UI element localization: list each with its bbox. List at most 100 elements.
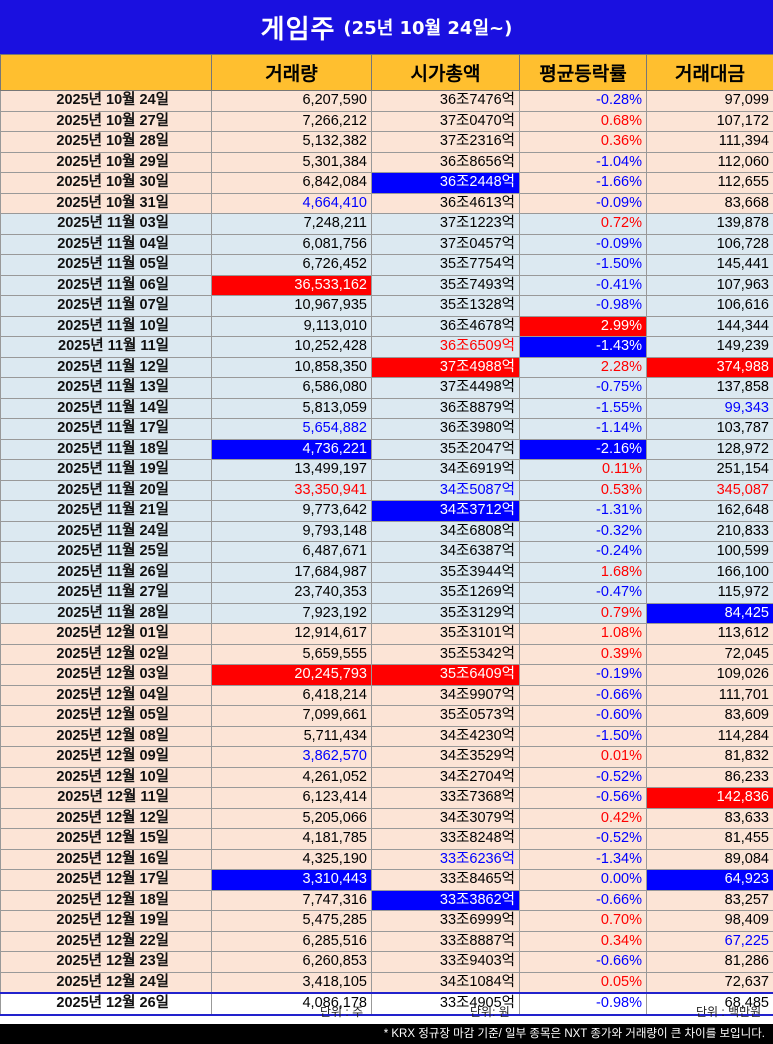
unit-trade-amount: 단위 : 백만원 (696, 1005, 762, 1019)
trade-amount-cell: 98,409 (646, 910, 773, 932)
volume-cell: 6,842,084 (211, 172, 372, 194)
date-cell: 2025년 12월 02일 (0, 643, 212, 665)
market-cap-cell: 34조1084억 (371, 971, 520, 994)
table-row: 2025년 12월 08일 5,711,434 34조4230억 -1.50% 114,… (0, 725, 773, 747)
table-row: 2025년 11월 25일 6,487,671 34조6387억 -0.24% 100,… (0, 541, 773, 563)
page-subtitle: (25년 10월 24일~) (343, 18, 513, 39)
change-rate-cell: -0.66% (519, 684, 647, 706)
header-volume: 거래량 (211, 54, 372, 91)
change-rate-cell: 0.68% (519, 110, 647, 132)
date-cell: 2025년 12월 05일 (0, 705, 212, 727)
market-cap-cell: 34조4230억 (371, 725, 520, 747)
unit-volume: 단위 : 주 (320, 1005, 364, 1019)
header-market-cap: 시가총액 (371, 54, 520, 91)
change-rate-cell: -1.31% (519, 500, 647, 522)
trade-amount-cell: 106,728 (646, 233, 773, 255)
table-row: 2025년 12월 02일 5,659,555 35조5342억 0.39% 72,04… (0, 643, 773, 665)
table-row: 2025년 11월 06일 36,533,162 35조7493억 -0.41% 107… (0, 274, 773, 296)
market-cap-cell: 34조6919억 (371, 459, 520, 481)
page-title: 게임주 (260, 14, 336, 45)
volume-cell: 5,475,285 (211, 910, 372, 932)
volume-cell: 6,081,756 (211, 233, 372, 255)
date-cell: 2025년 12월 03일 (0, 664, 212, 686)
market-cap-cell: 37조0457억 (371, 233, 520, 255)
change-rate-cell: -0.52% (519, 766, 647, 788)
date-cell: 2025년 12월 04일 (0, 684, 212, 706)
change-rate-cell: -1.50% (519, 254, 647, 276)
trade-amount-cell: 111,701 (646, 684, 773, 706)
market-cap-cell: 36조2448억 (371, 172, 520, 194)
trade-amount-cell: 109,026 (646, 664, 773, 686)
market-cap-cell: 33조3862억 (371, 889, 520, 911)
market-cap-cell: 33조8887억 (371, 930, 520, 952)
table-row: 2025년 12월 09일 3,862,570 34조3529억 0.01% 81,83… (0, 746, 773, 768)
volume-cell: 36,533,162 (211, 274, 372, 296)
date-cell: 2025년 11월 17일 (0, 418, 212, 440)
trade-amount-cell: 112,655 (646, 172, 773, 194)
date-cell: 2025년 11월 04일 (0, 233, 212, 255)
market-cap-cell: 35조7754억 (371, 254, 520, 276)
table-row: 2025년 11월 24일 9,793,148 34조6808억 -0.32% 210,… (0, 520, 773, 542)
table-row: 2025년 11월 20일 33,350,941 34조5087억 0.53% 345,… (0, 479, 773, 501)
trade-amount-cell: 114,284 (646, 725, 773, 747)
trade-amount-cell: 86,233 (646, 766, 773, 788)
market-cap-cell: 34조6387억 (371, 541, 520, 563)
date-cell: 2025년 10월 24일 (0, 90, 212, 112)
date-cell: 2025년 11월 24일 (0, 520, 212, 542)
table-row: 2025년 11월 05일 6,726,452 35조7754억 -1.50% 145,… (0, 254, 773, 276)
volume-cell: 20,245,793 (211, 664, 372, 686)
change-rate-cell: 0.00% (519, 869, 647, 891)
date-cell: 2025년 12월 17일 (0, 869, 212, 891)
change-rate-cell: -0.24% (519, 541, 647, 563)
market-cap-cell: 35조1328억 (371, 295, 520, 317)
change-rate-cell: -0.32% (519, 520, 647, 542)
table-row: 2025년 11월 28일 7,923,192 35조3129억 0.79% 84,42… (0, 602, 773, 624)
header-avg-change-rate: 평균등락률 (519, 54, 647, 91)
date-cell: 2025년 12월 10일 (0, 766, 212, 788)
table-row: 2025년 11월 04일 6,081,756 37조0457억 -0.09% 106,… (0, 233, 773, 255)
volume-cell: 17,684,987 (211, 561, 372, 583)
change-rate-cell: -0.47% (519, 582, 647, 604)
table-row: 2025년 12월 22일 6,285,516 33조8887억 0.34% 67,22… (0, 930, 773, 952)
table-row: 2025년 11월 18일 4,736,221 35조2047억 -2.16% 128,… (0, 438, 773, 460)
change-rate-cell: -1.34% (519, 848, 647, 870)
change-rate-cell: -0.52% (519, 828, 647, 850)
market-cap-cell: 35조1269억 (371, 582, 520, 604)
trade-amount-cell: 83,668 (646, 192, 773, 214)
trade-amount-cell: 142,836 (646, 787, 773, 809)
header-row: 거래량 시가총액 평균등락률 거래대금 (0, 54, 773, 91)
market-cap-cell: 34조3079억 (371, 807, 520, 829)
change-rate-cell: -0.28% (519, 90, 647, 112)
date-cell: 2025년 11월 19일 (0, 459, 212, 481)
market-cap-cell: 34조3529억 (371, 746, 520, 768)
trade-amount-cell: 83,609 (646, 705, 773, 727)
market-cap-cell: 35조6409억 (371, 664, 520, 686)
change-rate-cell: 1.08% (519, 623, 647, 645)
change-rate-cell: -0.41% (519, 274, 647, 296)
trade-amount-cell: 210,833 (646, 520, 773, 542)
volume-cell: 6,487,671 (211, 541, 372, 563)
change-rate-cell: -1.66% (519, 172, 647, 194)
date-cell: 2025년 12월 01일 (0, 623, 212, 645)
trade-amount-cell: 83,633 (646, 807, 773, 829)
trade-amount-cell: 64,923 (646, 869, 773, 891)
trade-amount-cell: 128,972 (646, 438, 773, 460)
volume-cell: 4,261,052 (211, 766, 372, 788)
date-cell: 2025년 11월 13일 (0, 377, 212, 399)
table-row: 2025년 10월 24일 6,207,590 36조7476억 -0.28% 97,0… (0, 90, 773, 112)
table-row: 2025년 12월 12일 5,205,066 34조3079억 0.42% 83,63… (0, 807, 773, 829)
volume-cell: 5,813,059 (211, 397, 372, 419)
trade-amount-cell: 162,648 (646, 500, 773, 522)
trade-amount-cell: 72,045 (646, 643, 773, 665)
market-cap-cell: 37조1223억 (371, 213, 520, 235)
volume-cell: 6,260,853 (211, 951, 372, 973)
market-cap-cell: 34조6808억 (371, 520, 520, 542)
volume-cell: 6,418,214 (211, 684, 372, 706)
stock-table: 거래량 시가총액 평균등락률 거래대금 2025년 10월 24일 6,207,5… (0, 54, 773, 1016)
date-cell: 2025년 12월 09일 (0, 746, 212, 768)
change-rate-cell: -1.50% (519, 725, 647, 747)
date-cell: 2025년 10월 29일 (0, 151, 212, 173)
table-row: 2025년 11월 19일 13,499,197 34조6919억 0.11% 251,… (0, 459, 773, 481)
table-row: 2025년 11월 17일 5,654,882 36조3980억 -1.14% 103,… (0, 418, 773, 440)
change-rate-cell: 0.53% (519, 479, 647, 501)
